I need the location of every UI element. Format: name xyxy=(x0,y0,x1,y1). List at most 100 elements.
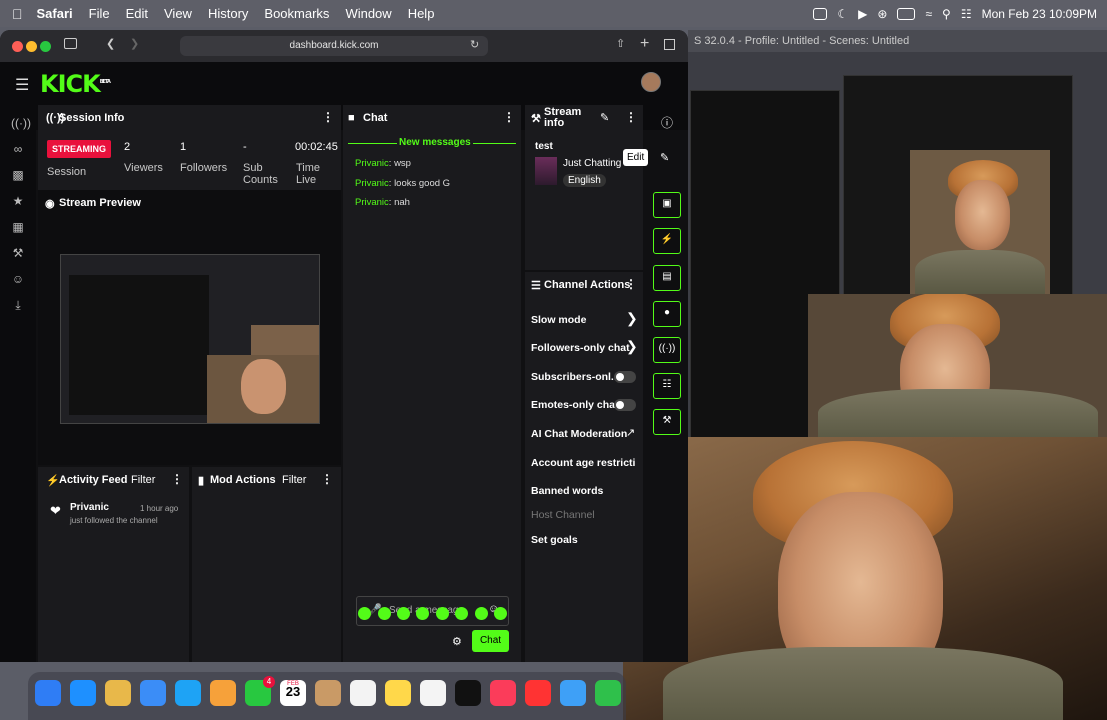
link-icon[interactable]: ∞ xyxy=(11,142,25,156)
ai-moderation-item[interactable]: AI Chat Moderation xyxy=(531,428,627,440)
chat-username[interactable]: Privanic xyxy=(355,178,389,189)
menu-window[interactable]: Window xyxy=(345,6,391,21)
back-icon[interactable]: ❮ xyxy=(106,37,115,50)
close-window-button[interactable] xyxy=(12,41,23,52)
menu-bookmarks[interactable]: Bookmarks xyxy=(264,6,329,21)
battery-icon[interactable] xyxy=(897,7,916,20)
menu-app-name[interactable]: Safari xyxy=(37,6,73,21)
media-icon[interactable]: ▦ xyxy=(11,220,25,234)
search-icon[interactable]: ⚲ xyxy=(942,7,951,21)
status-icon[interactable] xyxy=(813,7,828,20)
stream-category[interactable]: Just Chatting xyxy=(563,158,621,169)
session-menu-icon[interactable]: ⋮ xyxy=(322,110,334,124)
wrench-icon[interactable]: ⚒ xyxy=(653,409,681,435)
play-icon[interactable]: ▶ xyxy=(858,7,867,21)
menu-view[interactable]: View xyxy=(164,6,192,21)
broadcast-icon[interactable]: ((·)) xyxy=(11,116,31,130)
chevron-right-icon[interactable]: ❯ xyxy=(626,310,638,327)
numbers-icon[interactable] xyxy=(595,680,621,706)
share-icon[interactable]: ⇧ xyxy=(616,37,625,50)
menu-edit[interactable]: Edit xyxy=(126,6,148,21)
control-center-icon[interactable]: ☷ xyxy=(961,7,972,21)
activity-filter-button[interactable]: Filter xyxy=(131,474,155,486)
emote-icon[interactable] xyxy=(416,607,429,620)
activity-menu-icon[interactable]: ⋮ xyxy=(171,472,183,486)
news-icon[interactable] xyxy=(525,680,551,706)
category-thumbnail[interactable] xyxy=(535,157,557,185)
subscribers-only-toggle[interactable] xyxy=(614,371,636,383)
pencil-icon[interactable]: ✎ xyxy=(600,111,609,124)
apple-icon[interactable]:  xyxy=(12,6,23,22)
calendar-icon[interactable]: FEB 23 xyxy=(280,680,306,706)
pencil-icon[interactable]: ✎ xyxy=(660,151,669,164)
chat-username[interactable]: Privanic xyxy=(355,158,389,169)
reload-icon[interactable]: ↻ xyxy=(470,38,479,51)
document-icon[interactable]: ▤ xyxy=(653,265,681,291)
kick-logo[interactable]: KICKBETA xyxy=(40,70,111,98)
moon-icon[interactable]: ☾ xyxy=(837,7,848,21)
followers-only-item[interactable]: Followers-only chat xyxy=(531,342,630,354)
chat-bubble-icon[interactable]: ● xyxy=(653,301,681,327)
keynote-icon[interactable] xyxy=(560,680,586,706)
account-age-item[interactable]: Account age restricti xyxy=(531,457,643,469)
broadcast-icon[interactable]: ((·)) xyxy=(653,337,681,363)
reminders-icon[interactable] xyxy=(350,680,376,706)
emote-icon[interactable] xyxy=(494,607,507,620)
chevron-right-icon[interactable]: ❯ xyxy=(626,338,638,355)
menu-help[interactable]: Help xyxy=(408,6,435,21)
settings-gear-icon[interactable]: ⚙ xyxy=(452,635,462,648)
emote-icon[interactable] xyxy=(455,607,468,620)
emote-icon[interactable] xyxy=(436,607,449,620)
mail-icon[interactable] xyxy=(140,680,166,706)
channel-actions-menu-icon[interactable]: ⋮ xyxy=(625,277,637,291)
stream-preview-video[interactable] xyxy=(60,254,320,424)
tab-overview-icon[interactable] xyxy=(664,39,675,50)
analytics-icon[interactable]: ▩ xyxy=(11,168,25,182)
url-bar[interactable]: dashboard.kick.com xyxy=(180,36,488,56)
mod-filter-button[interactable]: Filter xyxy=(282,474,306,486)
external-link-icon[interactable]: ↗ xyxy=(626,426,635,439)
subscribers-only-item[interactable]: Subscribers-onl... xyxy=(531,371,620,383)
emote-icon[interactable] xyxy=(358,607,371,620)
launchpad-icon[interactable] xyxy=(105,680,131,706)
mod-menu-icon[interactable]: ⋮ xyxy=(321,472,333,486)
menu-file[interactable]: File xyxy=(89,6,110,21)
menu-hamburger-icon[interactable]: ☰ xyxy=(15,75,29,95)
safari-icon[interactable] xyxy=(70,680,96,706)
tv-icon[interactable] xyxy=(455,680,481,706)
chat-username[interactable]: Privanic xyxy=(355,197,389,208)
bolt-icon[interactable]: ⚡ xyxy=(653,228,681,254)
minimize-window-button[interactable] xyxy=(26,41,37,52)
emotes-only-item[interactable]: Emotes-only chat xyxy=(531,399,619,411)
new-tab-icon[interactable]: + xyxy=(640,35,649,53)
photos-icon[interactable] xyxy=(210,680,236,706)
users-icon[interactable]: ☺ xyxy=(11,272,25,286)
zoom-window-button[interactable] xyxy=(40,41,51,52)
banned-words-item[interactable]: Banned words xyxy=(531,485,603,497)
info-icon[interactable]: ⓘ xyxy=(661,114,673,131)
sidebar-toggle-icon[interactable] xyxy=(64,38,77,49)
finder-icon[interactable] xyxy=(35,680,61,706)
avatar[interactable] xyxy=(641,72,661,92)
emote-icon[interactable] xyxy=(378,607,391,620)
wrench-icon[interactable]: ⚒ xyxy=(11,246,25,260)
menu-history[interactable]: History xyxy=(208,6,248,21)
send-chat-button[interactable]: Chat xyxy=(472,630,509,652)
menubar-datetime[interactable]: Mon Feb 23 10:09PM xyxy=(982,7,1097,21)
notes-icon[interactable] xyxy=(385,680,411,706)
slow-mode-item[interactable]: Slow mode xyxy=(531,314,586,326)
download-icon[interactable]: ⤓ xyxy=(11,298,25,312)
screenshot-icon[interactable]: ▣ xyxy=(653,192,681,218)
chat-menu-icon[interactable]: ⋮ xyxy=(503,110,515,124)
bluetooth-icon[interactable]: ⊛ xyxy=(877,7,887,21)
emotes-only-toggle[interactable] xyxy=(614,399,636,411)
emote-icon[interactable] xyxy=(475,607,488,620)
activity-user[interactable]: Privanic xyxy=(70,502,109,513)
forward-icon[interactable]: ❯ xyxy=(130,37,139,50)
set-goals-item[interactable]: Set goals xyxy=(531,534,578,546)
layout-icon[interactable]: ☷ xyxy=(653,373,681,399)
emote-icon[interactable] xyxy=(397,607,410,620)
wifi-icon[interactable]: ≈ xyxy=(925,7,932,21)
stream-info-menu-icon[interactable]: ⋮ xyxy=(625,110,637,124)
app-store-icon[interactable] xyxy=(175,680,201,706)
